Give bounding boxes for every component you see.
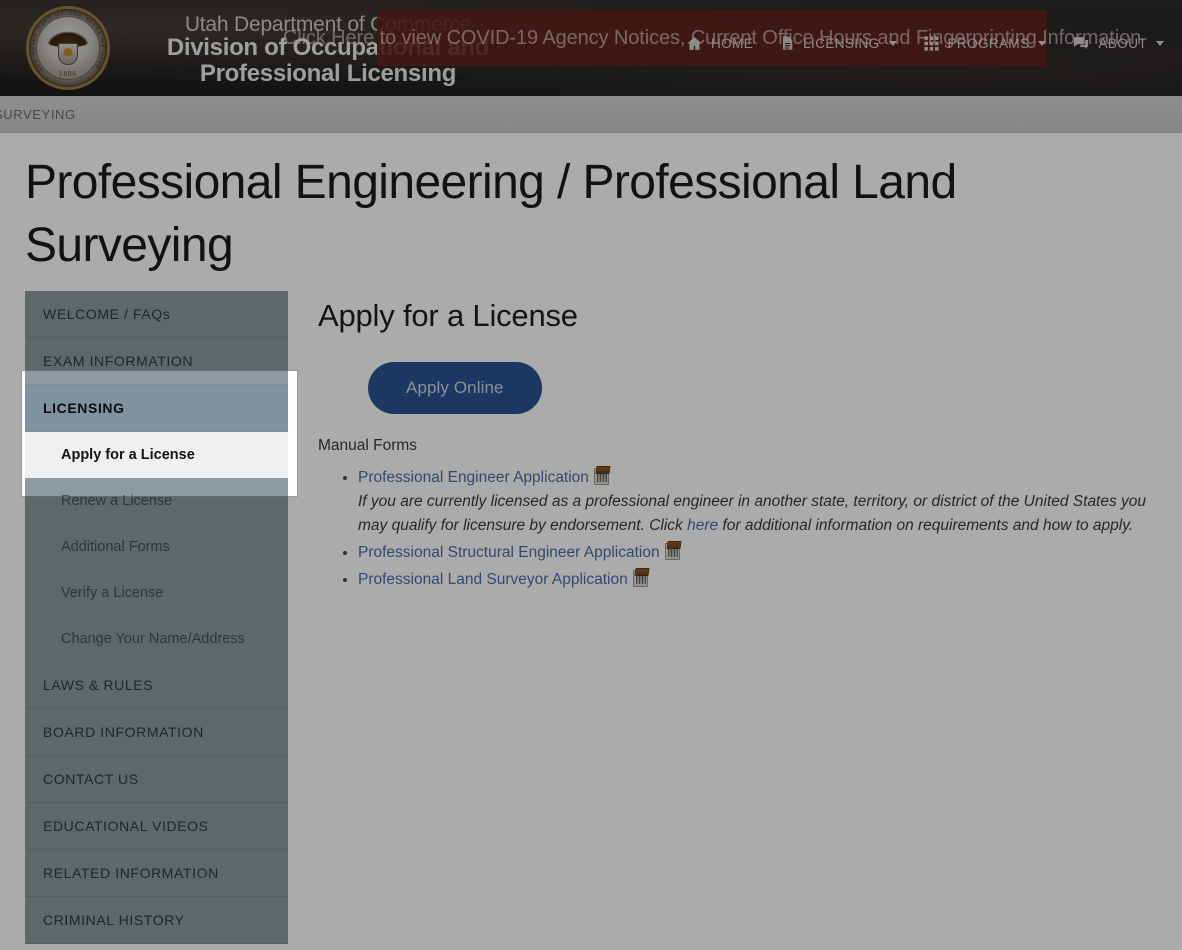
sidebar-label: Renew a License: [61, 493, 172, 509]
seal-beehive: [64, 48, 73, 56]
manual-forms-label: Manual Forms: [318, 437, 1163, 455]
sidebar-item-contact-us[interactable]: CONTACT US: [25, 756, 288, 803]
endorsement-note: If you are currently licensed as a profe…: [358, 490, 1163, 538]
sidebar-item-welcome-faqs[interactable]: WELCOME / FAQs: [25, 291, 288, 338]
nav-item-about[interactable]: ABOUT: [1072, 35, 1164, 52]
sidebar-label: CONTACT US: [43, 771, 139, 787]
pdf-icon[interactable]: [633, 570, 648, 587]
link-professional-engineer-application[interactable]: Professional Engineer Application: [358, 469, 589, 486]
sidebar-item-laws-and-rules[interactable]: LAWS & RULES: [25, 662, 288, 709]
document-icon: [779, 34, 795, 52]
breadcrumb[interactable]: SURVEYING: [0, 107, 76, 122]
apply-online-button[interactable]: Apply Online: [368, 362, 542, 414]
sidebar-label: EDUCATIONAL VIDEOS: [43, 818, 209, 834]
pdf-icon[interactable]: [665, 543, 680, 560]
page-title: Professional Engineering / Professional …: [25, 151, 1125, 278]
chevron-down-icon: [1038, 41, 1046, 46]
sidebar-item-related-information[interactable]: RELATED INFORMATION: [25, 850, 288, 897]
manual-forms-list: Professional Engineer Application If you…: [318, 466, 1163, 592]
sidebar-label: Apply for a License: [61, 447, 195, 463]
sidebar-item-change-your-name-address[interactable]: Change Your Name/Address: [25, 616, 288, 662]
main-panel: Apply for a License Apply Online Manual …: [318, 298, 1163, 595]
sidebar-item-criminal-history[interactable]: CRIMINAL HISTORY: [25, 897, 288, 944]
pdf-icon[interactable]: [594, 468, 609, 485]
sidebar-label: Verify a License: [61, 585, 163, 601]
note-text-after: for additional information on requiremen…: [718, 517, 1133, 534]
chevron-down-icon: [889, 41, 897, 46]
utah-state-seal-icon: THE GREAT SEAL OF THE STATE OF UTAH 1896: [26, 6, 110, 90]
content-area: Professional Engineering / Professional …: [0, 133, 1182, 950]
sidebar-label: BOARD INFORMATION: [43, 724, 204, 740]
breadcrumb-bar: SURVEYING: [0, 96, 1182, 133]
sidebar-label: EXAM INFORMATION: [43, 353, 193, 369]
link-professional-structural-engineer-application[interactable]: Professional Structural Engineer Applica…: [358, 544, 660, 561]
sidebar-label: LAWS & RULES: [43, 677, 153, 693]
home-icon: [686, 35, 703, 52]
sidebar-label: CRIMINAL HISTORY: [43, 912, 185, 928]
sidebar-item-apply-for-a-license[interactable]: Apply for a License: [25, 432, 288, 478]
nav-label-licensing: LICENSING: [803, 36, 879, 51]
main-navigation: HOME LICENSING: [686, 34, 1164, 52]
sidebar-label: RELATED INFORMATION: [43, 865, 219, 881]
seal-date: 1896: [29, 70, 107, 78]
page-root: THE GREAT SEAL OF THE STATE OF UTAH 1896…: [0, 0, 1182, 950]
grid-apps-icon: [923, 35, 940, 52]
list-item: Professional Structural Engineer Applica…: [358, 541, 1163, 565]
chevron-down-icon: [1156, 41, 1164, 46]
section-sidebar: WELCOME / FAQs EXAM INFORMATION LICENSIN…: [25, 291, 288, 944]
list-item: Professional Land Surveyor Application: [358, 568, 1163, 592]
nav-label-home: HOME: [711, 36, 753, 51]
chat-bubble-icon: [1072, 35, 1090, 52]
link-here[interactable]: here: [687, 517, 718, 534]
site-masthead: THE GREAT SEAL OF THE STATE OF UTAH 1896…: [0, 0, 1182, 96]
section-heading: Apply for a License: [318, 298, 1163, 334]
link-professional-land-surveyor-application[interactable]: Professional Land Surveyor Application: [358, 571, 628, 588]
nav-label-about: ABOUT: [1098, 36, 1147, 51]
nav-label-programs: PROGRAMS: [948, 36, 1030, 51]
nav-item-licensing[interactable]: LICENSING: [779, 34, 896, 52]
list-item: Professional Engineer Application If you…: [358, 466, 1163, 538]
sidebar-item-educational-videos[interactable]: EDUCATIONAL VIDEOS: [25, 803, 288, 850]
nav-item-programs[interactable]: PROGRAMS: [923, 35, 1047, 52]
sidebar-item-verify-a-license[interactable]: Verify a License: [25, 570, 288, 616]
sidebar-item-board-information[interactable]: BOARD INFORMATION: [25, 709, 288, 756]
nav-item-home[interactable]: HOME: [686, 35, 753, 52]
sidebar-label: WELCOME / FAQs: [43, 306, 170, 322]
sidebar-label: LICENSING: [43, 400, 125, 416]
sidebar-label: Change Your Name/Address: [61, 631, 245, 647]
apply-online-wrap: Apply Online: [318, 362, 1163, 414]
sidebar-item-exam-information[interactable]: EXAM INFORMATION: [25, 338, 288, 385]
sidebar-item-licensing[interactable]: LICENSING: [25, 385, 288, 432]
sidebar-label: Additional Forms: [61, 539, 170, 555]
sidebar-item-additional-forms[interactable]: Additional Forms: [25, 524, 288, 570]
sidebar-item-renew-a-license[interactable]: Renew a License: [25, 478, 288, 524]
